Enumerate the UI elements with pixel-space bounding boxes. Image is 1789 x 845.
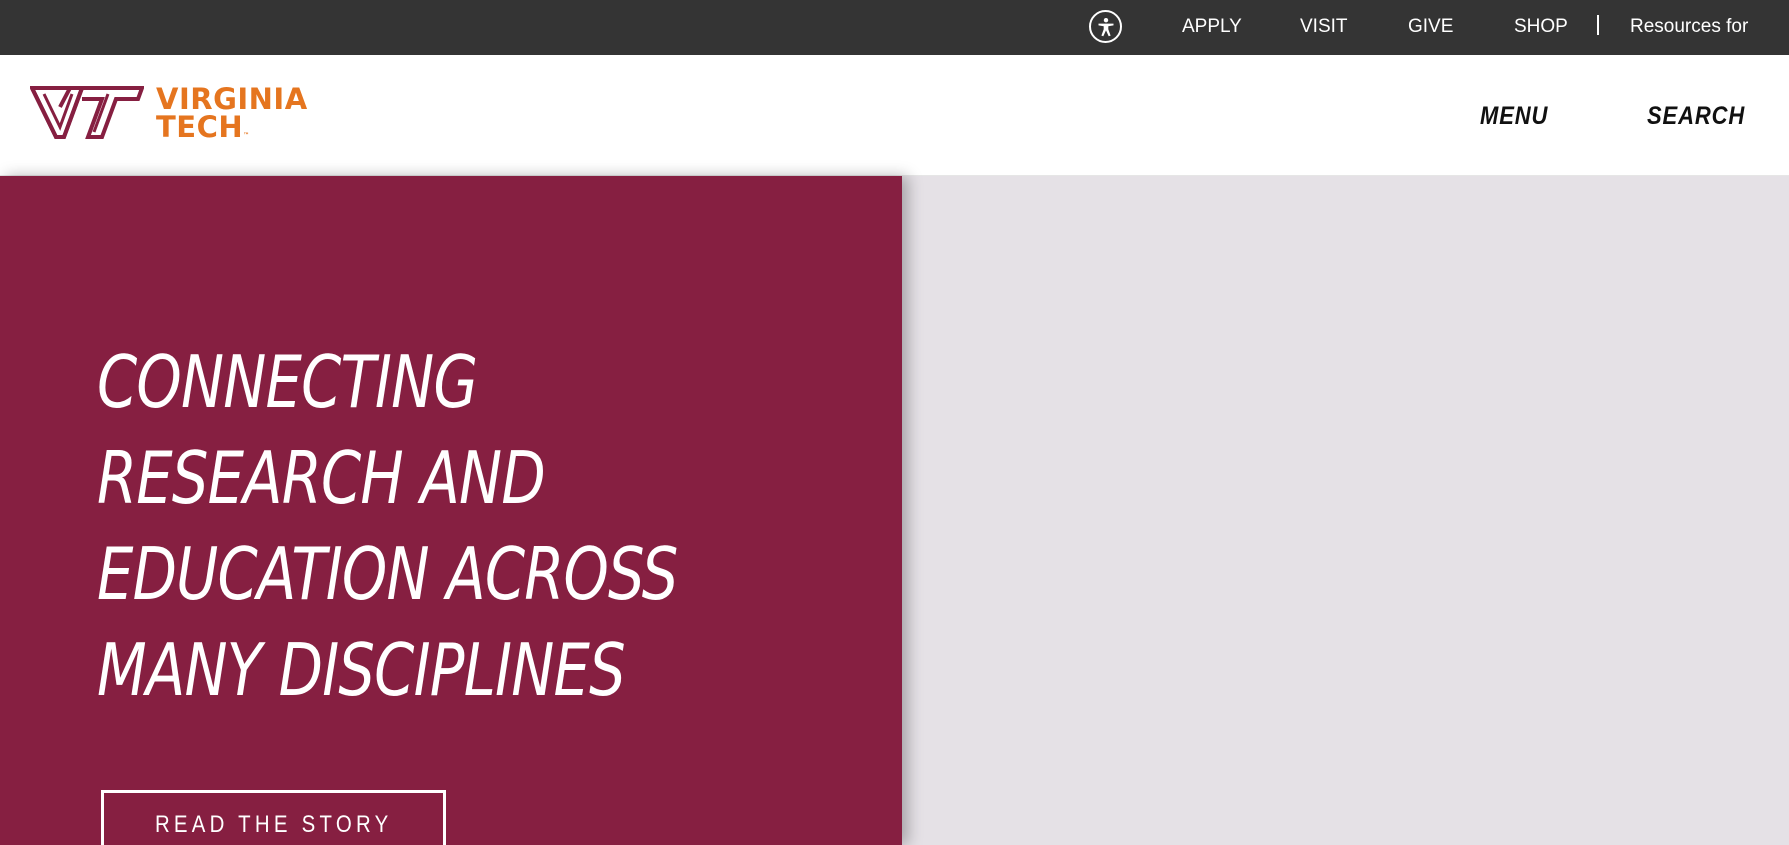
accessibility-person-icon (1098, 17, 1113, 36)
vt-monogram-icon (30, 86, 144, 139)
logo-wordmark: VIRGINIA TECH™ (156, 85, 308, 150)
hero-headline: CONNECTING RESEARCH AND EDUCATION ACROSS… (97, 334, 678, 718)
read-the-story-button[interactable]: READ THE STORY (101, 790, 446, 845)
hero-media-area (902, 176, 1789, 845)
resources-for-link[interactable]: Resources for (1630, 16, 1748, 38)
shop-link[interactable]: SHOP (1514, 16, 1568, 38)
hero-headline-line: RESEARCH AND (97, 436, 546, 520)
utility-bar: APPLY VISIT GIVE SHOP Resources for (0, 0, 1789, 55)
hero-text-panel: CONNECTING RESEARCH AND EDUCATION ACROSS… (0, 176, 902, 845)
apply-link[interactable]: APPLY (1182, 16, 1242, 38)
logo-trademark: ™ (243, 132, 250, 139)
hero-headline-line: EDUCATION ACROSS (97, 532, 678, 616)
logo-line-tech: TECH™ (156, 113, 308, 150)
visit-link[interactable]: VISIT (1300, 16, 1348, 38)
menu-button[interactable]: MENU (1480, 102, 1548, 130)
accessibility-button[interactable] (1089, 10, 1122, 43)
read-the-story-label: READ THE STORY (154, 811, 393, 838)
hero-headline-line: CONNECTING (97, 340, 478, 424)
give-link[interactable]: GIVE (1408, 16, 1453, 38)
main-header: VIRGINIA TECH™ MENU SEARCH (0, 55, 1789, 176)
logo-tech-text: TECH (156, 110, 244, 144)
hero-headline-line: MANY DISCIPLINES (97, 628, 626, 712)
utility-divider (1597, 15, 1599, 35)
virginia-tech-logo[interactable]: VIRGINIA TECH™ (30, 85, 308, 150)
search-button[interactable]: SEARCH (1647, 102, 1745, 130)
logo-line-virginia: VIRGINIA (156, 82, 308, 116)
hero-section: CONNECTING RESEARCH AND EDUCATION ACROSS… (0, 176, 1789, 845)
